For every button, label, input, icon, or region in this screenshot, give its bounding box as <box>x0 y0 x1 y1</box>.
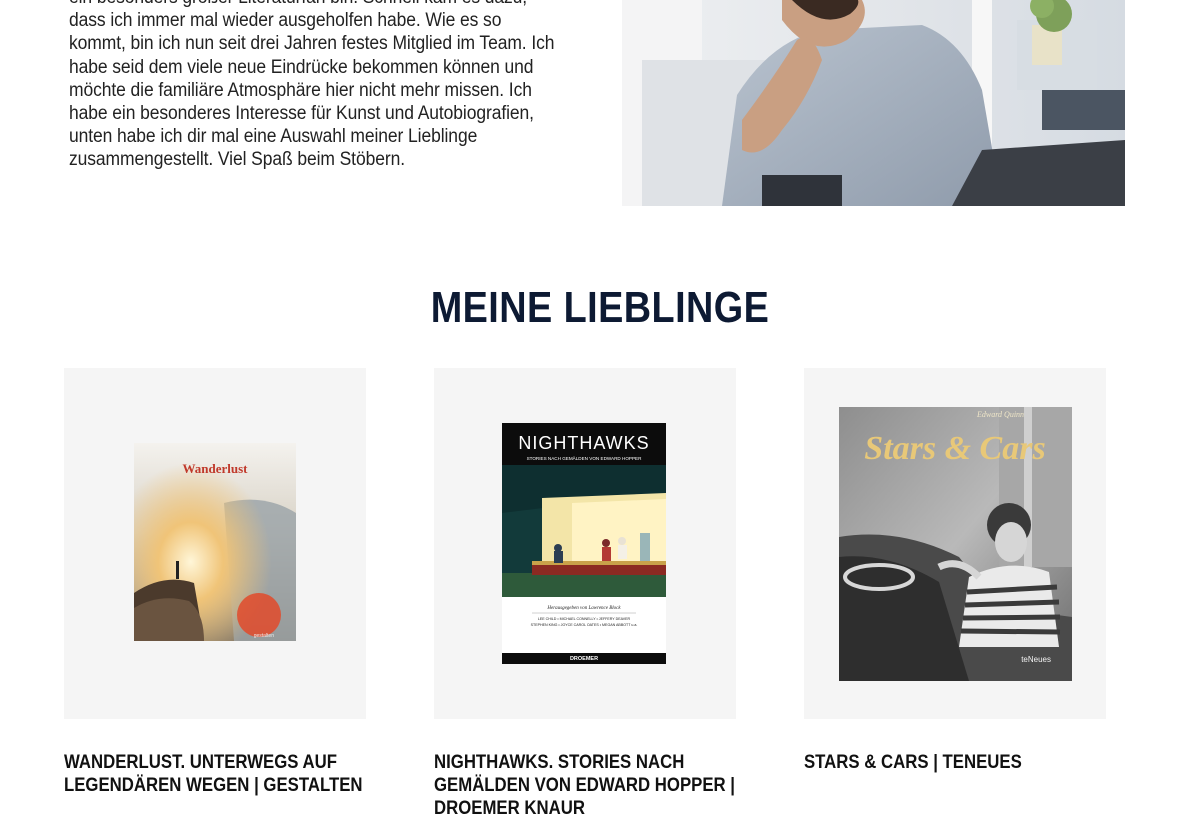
cover-title: NIGHTHAWKS <box>518 433 649 453</box>
product-title-line[interactable]: DROEMER KNAUR <box>434 797 744 820</box>
intro-paragraph: ein besonders großer Literaturfan bin. S… <box>69 0 557 172</box>
product-image-box[interactable]: NIGHTHAWKS STORIES NACH GEMÄLDEN VON EDW… <box>434 368 736 719</box>
cover-title: Stars & Cars <box>864 430 1045 467</box>
product-image-box[interactable]: Wanderlust gestalten <box>64 368 366 719</box>
cover-publisher: DROEMER <box>570 656 598 662</box>
product-title-line[interactable]: GEMÄLDEN VON EDWARD HOPPER | <box>434 774 744 797</box>
product-title-line[interactable]: WANDERLUST. UNTERWEGS AUF <box>64 751 374 774</box>
product-title[interactable]: WANDERLUST. UNTERWEGS AUF LEGENDÄREN WEG… <box>64 751 374 797</box>
intro-line: ein besonders großer Literaturfan bin. S… <box>69 0 557 9</box>
cover-publisher: teNeues <box>1021 655 1051 664</box>
product-card-nighthawks[interactable]: NIGHTHAWKS STORIES NACH GEMÄLDEN VON EDW… <box>434 368 736 819</box>
nighthawks-cover-image[interactable]: NIGHTHAWKS STORIES NACH GEMÄLDEN VON EDW… <box>502 423 666 664</box>
intro-line: möchte die familiäre Atmosphäre hier nic… <box>69 79 532 101</box>
section-title: MEINE LIEBLINGE <box>430 283 770 332</box>
cover-publisher: gestalten <box>254 633 275 639</box>
product-title[interactable]: NIGHTHAWKS. STORIES NACH GEMÄLDEN VON ED… <box>434 751 744 820</box>
product-card-wanderlust[interactable]: Wanderlust gestalten WANDERLUST. UNTERWE… <box>64 368 366 796</box>
bookseller-portrait-image <box>622 0 1125 206</box>
cover-title: Wanderlust <box>182 461 248 476</box>
intro-line: habe seid dem viele neue Eindrücke bekom… <box>69 56 534 78</box>
intro-line: habe ein besonderes Interesse für Kunst … <box>69 103 534 125</box>
cover-authors-line-1: LEE CHILD • MICHAEL CONNELLY • JEFFERY D… <box>538 617 631 621</box>
product-card-stars-and-cars[interactable]: Edward Quinn Stars & Cars teNeues STARS … <box>804 368 1106 773</box>
product-title-line[interactable]: STARS & CARS | TENEUES <box>804 751 1114 774</box>
cover-subtitle: STORIES NACH GEMÄLDEN VON EDWARD HOPPER <box>527 455 643 461</box>
product-title-line[interactable]: LEGENDÄREN WEGEN | GESTALTEN <box>64 774 374 797</box>
intro-line: kommt, bin ich nun seit drei Jahren fest… <box>69 33 555 55</box>
intro-line: zusammengestellt. Viel Spaß beim Stöbern… <box>69 149 405 171</box>
intro-line: unten habe ich dir mal eine Auswahl mein… <box>69 126 478 148</box>
product-title-line[interactable]: NIGHTHAWKS. STORIES NACH <box>434 751 744 774</box>
product-title[interactable]: STARS & CARS | TENEUES <box>804 751 1114 774</box>
cover-author: Edward Quinn <box>976 410 1024 419</box>
cover-editor: Herausgegeben von Lawrence Block <box>546 606 621 611</box>
product-image-box[interactable]: Edward Quinn Stars & Cars teNeues <box>804 368 1106 719</box>
intro-line: dass ich immer mal wieder ausgeholfen ha… <box>69 10 502 32</box>
wanderlust-cover-image[interactable]: Wanderlust gestalten <box>134 443 296 641</box>
cover-authors-line-2: STEPHEN KING • JOYCE CAROL OATES • MEGAN… <box>531 623 638 627</box>
stars-and-cars-cover-image[interactable]: Edward Quinn Stars & Cars teNeues <box>839 407 1072 681</box>
